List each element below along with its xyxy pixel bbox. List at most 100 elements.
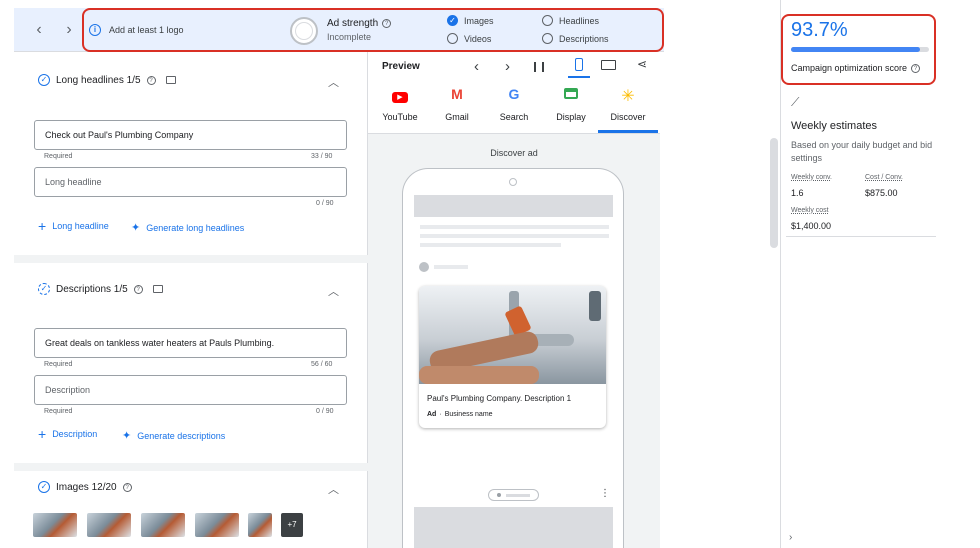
images-title: Images 12/20 xyxy=(56,481,117,493)
share-icon[interactable]: ⋖ xyxy=(637,57,647,71)
business-name: Business name xyxy=(444,411,493,418)
required-hint: Required xyxy=(44,408,73,415)
story-pill xyxy=(488,489,539,501)
score-bar-fill xyxy=(791,47,921,52)
char-count: 0 / 90 xyxy=(316,408,334,415)
plus-icon: + xyxy=(38,426,47,442)
comment-icon[interactable] xyxy=(152,285,163,293)
pause-icon[interactable] xyxy=(534,62,544,72)
long-headline-field-1[interactable]: Check out Paul's Plumbing Company xyxy=(34,120,347,150)
description-field-2[interactable]: Description xyxy=(34,375,347,405)
google-icon: G xyxy=(508,86,520,102)
required-hint: Required xyxy=(44,361,73,368)
check-videos: Videos xyxy=(447,33,491,44)
weekly-cost-label: Weekly cost xyxy=(791,207,829,214)
section-divider xyxy=(14,255,368,263)
active-tab-indicator xyxy=(598,130,658,133)
placeholder-bar xyxy=(414,195,613,217)
check-descriptions: Descriptions xyxy=(542,33,609,44)
forward-chevron-icon[interactable]: › xyxy=(60,21,78,39)
ad-editor-screen: ‹ › i Add at least 1 logo Ad strength ? … xyxy=(0,0,980,548)
info-icon: i xyxy=(89,24,101,36)
placeholder-line xyxy=(420,225,609,229)
display-icon xyxy=(543,86,599,106)
image-thumbnail[interactable] xyxy=(33,513,77,537)
ad-badge: Ad xyxy=(427,411,437,418)
empty-circle-icon xyxy=(542,15,553,26)
check-headlines: Headlines xyxy=(542,15,599,26)
placeholder-avatar xyxy=(419,262,429,272)
logo-notice: Add at least 1 logo xyxy=(109,25,184,35)
weekly-estimates-desc: Based on your daily budget and bid setti… xyxy=(791,140,933,163)
gmail-icon: M xyxy=(451,86,463,102)
generate-descriptions-button[interactable]: ✦ Generate descriptions xyxy=(122,429,225,442)
camera-dot xyxy=(509,178,517,186)
scrollbar[interactable] xyxy=(770,138,778,248)
check-images: ✓ Images xyxy=(447,15,494,26)
cost-per-conv-value: $875.00 xyxy=(865,188,898,198)
discover-icon: ✳ xyxy=(621,88,635,105)
plumbing-photo xyxy=(419,286,606,384)
insights-panel xyxy=(780,0,980,548)
ad-strength-status: Incomplete xyxy=(327,32,372,42)
check-outline-icon: ✓ xyxy=(38,74,50,86)
prev-chevron-icon[interactable]: ‹ xyxy=(474,58,479,75)
check-dashed-icon: ✓ xyxy=(38,283,50,295)
generate-long-headlines-button[interactable]: ✦ Generate long headlines xyxy=(131,221,244,234)
description-field-1[interactable]: Great deals on tankless water heaters at… xyxy=(34,328,347,358)
help-icon[interactable]: ? xyxy=(146,75,156,85)
trend-icon: ⟋ xyxy=(791,95,800,109)
empty-circle-icon xyxy=(542,33,553,44)
collapse-chevron-icon[interactable]: ︿ xyxy=(328,283,339,299)
image-thumbnail[interactable] xyxy=(248,513,272,537)
required-hint: Required xyxy=(44,153,73,160)
add-description-button[interactable]: + Description xyxy=(38,426,97,442)
check-circle-icon: ✓ xyxy=(447,15,458,26)
tab-youtube[interactable]: ▶ YouTube xyxy=(372,86,428,122)
image-thumbnail[interactable] xyxy=(195,513,239,537)
help-icon[interactable]: ? xyxy=(133,284,143,294)
next-chevron-icon[interactable]: › xyxy=(505,58,510,75)
help-icon[interactable]: ? xyxy=(911,63,921,73)
help-icon[interactable]: ? xyxy=(122,482,132,492)
image-thumbnail[interactable] xyxy=(141,513,185,537)
collapse-chevron-icon[interactable]: ︿ xyxy=(328,74,339,90)
tab-gmail[interactable]: M Gmail xyxy=(429,86,485,122)
long-headline-field-2[interactable]: Long headline xyxy=(34,167,347,197)
section-divider xyxy=(786,236,936,237)
images-header[interactable]: ✓ Images 12/20 ? xyxy=(38,481,132,493)
discover-ad-card[interactable]: Paul's Plumbing Company. Description 1 A… xyxy=(419,286,606,428)
ad-card-title: Paul's Plumbing Company. Description 1 xyxy=(427,394,572,403)
char-count: 56 / 60 xyxy=(311,361,333,368)
score-bar xyxy=(791,47,929,52)
desktop-icon[interactable] xyxy=(601,60,616,70)
preview-title: Preview xyxy=(382,61,420,72)
sparkle-icon: ✦ xyxy=(131,222,141,234)
expand-chevron-icon[interactable]: › xyxy=(789,532,792,543)
empty-circle-icon xyxy=(447,33,458,44)
back-chevron-icon[interactable]: ‹ xyxy=(30,21,48,39)
char-count: 33 / 90 xyxy=(311,153,333,160)
mobile-device-button[interactable] xyxy=(568,54,590,78)
optimization-score-label: Campaign optimization score xyxy=(791,63,908,73)
optimization-score-value: 93.7% xyxy=(791,19,848,41)
youtube-icon: ▶ xyxy=(372,86,428,106)
comment-icon[interactable] xyxy=(165,76,176,84)
help-icon[interactable]: ? xyxy=(382,19,392,28)
long-headlines-header[interactable]: ✓ Long headlines 1/5 ? xyxy=(38,74,176,86)
more-vert-icon[interactable]: ⋮ xyxy=(600,488,610,499)
placeholder-line xyxy=(420,243,561,247)
more-images-badge[interactable]: +7 xyxy=(281,513,303,537)
ad-strength-ring xyxy=(290,17,318,45)
plus-icon: + xyxy=(38,218,47,234)
descriptions-header[interactable]: ✓ Descriptions 1/5 ? xyxy=(38,283,163,295)
add-long-headline-button[interactable]: + Long headline xyxy=(38,218,109,234)
tab-display[interactable]: Display xyxy=(543,86,599,122)
tab-discover[interactable]: ✳ Discover xyxy=(600,86,656,122)
weekly-cost-value: $1,400.00 xyxy=(791,221,832,231)
weekly-conv-label: Weekly conv. xyxy=(791,174,832,181)
image-thumbnail[interactable] xyxy=(87,513,131,537)
tab-search[interactable]: G Search xyxy=(486,86,542,122)
char-count: 0 / 90 xyxy=(316,200,334,207)
collapse-chevron-icon[interactable]: ︿ xyxy=(328,481,339,497)
